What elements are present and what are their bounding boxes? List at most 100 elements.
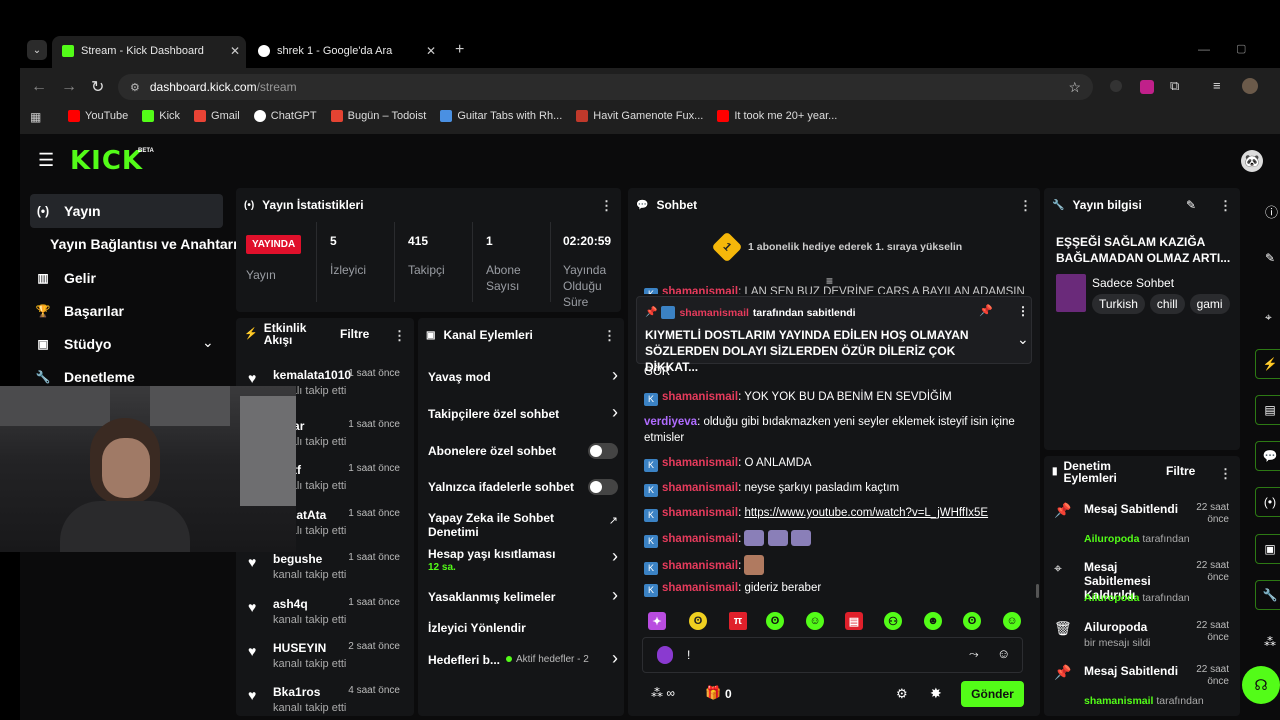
bookmark-chatgpt[interactable]: ChatGPT: [253, 110, 317, 122]
filter-button[interactable]: Filtre: [1166, 464, 1195, 478]
unpin-icon[interactable]: 📌: [979, 304, 993, 317]
site-info-icon[interactable]: ⚙: [130, 81, 140, 94]
chat-username[interactable]: shamanismail: [662, 482, 738, 494]
emote-icon[interactable]: ✦: [648, 612, 666, 630]
action-viewer-redirect[interactable]: İzleyici Yönlendir: [428, 621, 618, 635]
kick-logo[interactable]: KICK: [70, 146, 143, 176]
bookmark-youtube[interactable]: YouTube: [68, 110, 128, 122]
emote-icon[interactable]: ☺: [1003, 612, 1021, 630]
edit-pencil-icon[interactable]: ✎: [1265, 251, 1275, 265]
sub-rank-banner[interactable]: 1 1 abonelik hediye ederek 1. sıraya yük…: [711, 231, 962, 263]
more-options-icon[interactable]: ⋮: [1019, 198, 1032, 214]
emote-icon[interactable]: ʘ: [963, 612, 981, 630]
media-control-icon[interactable]: ≡: [1213, 78, 1221, 93]
tab-kick-dashboard[interactable]: Stream - Kick Dashboard ✕: [62, 40, 240, 62]
translate-icon[interactable]: ⤳: [969, 647, 979, 662]
emote-icon[interactable]: ʘ: [689, 612, 707, 630]
tag-badge[interactable]: gami: [1189, 294, 1230, 314]
mod-action-user[interactable]: shamanismail: [1084, 695, 1153, 707]
extension-icon[interactable]: [1140, 80, 1154, 94]
address-bar[interactable]: ⚙ dashboard.kick.com/stream ☆: [118, 74, 1093, 100]
gift-icon[interactable]: 🎁: [705, 685, 721, 701]
info-icon[interactable]: ⓘ: [1265, 202, 1278, 221]
send-button[interactable]: Gönder: [961, 681, 1024, 707]
rail-wrench-button[interactable]: 🔧: [1255, 580, 1280, 610]
chat-users-icon[interactable]: ⁂ ∞: [651, 686, 675, 700]
filter-button[interactable]: Filtre: [340, 327, 369, 341]
subscribers-only-toggle[interactable]: [588, 443, 618, 459]
emote-icon[interactable]: π: [729, 612, 747, 630]
chat-username[interactable]: shamanismail: [662, 457, 738, 469]
more-options-icon[interactable]: ⋮: [1219, 198, 1232, 214]
support-headset-button[interactable]: ☊: [1242, 666, 1280, 704]
chat-username[interactable]: shamanismail: [662, 560, 738, 572]
event-user[interactable]: HUSEYIN: [273, 641, 326, 655]
chat-username[interactable]: shamanismail: [662, 391, 738, 403]
action-ai-moderation[interactable]: Yapay Zeka ile Sohbet Denetimi ↗: [428, 511, 618, 539]
chevron-down-icon[interactable]: ⌄: [202, 334, 214, 351]
rail-lightning-button[interactable]: ⚡: [1255, 349, 1280, 379]
extension-icon[interactable]: [1110, 80, 1122, 92]
bookmark-video[interactable]: It took me 20+ year...: [717, 110, 837, 122]
edit-pencil-icon[interactable]: ✎: [1186, 198, 1196, 212]
profile-avatar[interactable]: [1242, 78, 1258, 94]
tag-badge[interactable]: chill: [1149, 294, 1185, 314]
rail-document-button[interactable]: ▤: [1255, 395, 1280, 425]
sidebar-item-denetleme[interactable]: 🔧 Denetleme: [36, 369, 135, 385]
category-name[interactable]: Sadece Sohbet: [1092, 276, 1174, 290]
action-slow-mode[interactable]: Yavaş mod ›: [428, 366, 618, 384]
pinned-message[interactable]: 📌 shamanismail tarafından sabitlendi 📌 ⋮…: [636, 296, 1032, 374]
action-banned-words[interactable]: Yasaklanmış kelimeler ›: [428, 586, 618, 604]
minimize-window-icon[interactable]: —: [1198, 42, 1210, 56]
emote-icon[interactable]: ☺: [806, 612, 824, 630]
sidebar-item-yayin[interactable]: (•) Yayın: [36, 203, 101, 219]
tag-badge[interactable]: Turkish: [1092, 294, 1145, 314]
chat-username[interactable]: verdiyeva: [644, 416, 697, 428]
maximize-window-icon[interactable]: ▢: [1236, 42, 1246, 55]
emotes-only-toggle[interactable]: [588, 479, 618, 495]
mod-action-title[interactable]: Ailuropoda: [1084, 620, 1179, 634]
sidebar-item-studyo[interactable]: ▣ Stüdyo: [36, 336, 111, 352]
close-tab-icon[interactable]: ✕: [426, 44, 436, 58]
emoji-picker-icon[interactable]: ☺: [997, 646, 1010, 661]
chat-username[interactable]: shamanismail: [662, 582, 738, 594]
emote-icon[interactable]: ▤: [845, 612, 863, 630]
apps-grid-icon[interactable]: ▦: [30, 110, 41, 124]
user-avatar[interactable]: 🐼: [1241, 150, 1263, 172]
mod-action-user[interactable]: Ailuropoda: [1084, 592, 1139, 604]
event-user[interactable]: kemalata1010: [273, 368, 351, 382]
bookmark-havit[interactable]: Havit Gamenote Fux...: [576, 110, 703, 122]
event-user[interactable]: begushe: [273, 552, 322, 566]
extensions-puzzle-icon[interactable]: ⧉: [1170, 78, 1179, 94]
chat-emotes-icon[interactable]: ✸: [930, 685, 942, 702]
chat-settings-icon[interactable]: ⚙: [896, 686, 908, 702]
rail-broadcast-button[interactable]: (•): [1255, 487, 1280, 517]
microphone-icon[interactable]: [657, 646, 673, 664]
bookmark-kick[interactable]: Kick: [142, 110, 180, 122]
chat-scrollbar[interactable]: [1036, 584, 1039, 598]
category-thumbnail[interactable]: [1056, 274, 1086, 312]
bookmark-guitar-tabs[interactable]: Guitar Tabs with Rh...: [440, 110, 562, 122]
close-tab-icon[interactable]: ✕: [230, 44, 240, 58]
rail-chat-button[interactable]: 💬: [1255, 441, 1280, 471]
emote-icon[interactable]: ʘ: [766, 612, 784, 630]
more-options-icon[interactable]: ⋮: [393, 328, 406, 344]
chat-username[interactable]: shamanismail: [662, 507, 738, 519]
new-tab-button[interactable]: +: [455, 41, 464, 59]
bookmark-gmail[interactable]: Gmail: [194, 110, 240, 122]
bookmark-star-icon[interactable]: ☆: [1068, 79, 1081, 96]
expand-chevron-icon[interactable]: ⌄: [1017, 331, 1029, 348]
reload-button[interactable]: ↻: [91, 77, 104, 97]
action-goals[interactable]: Hedefleri b... Aktif hedefler - 2 ›: [428, 649, 618, 667]
back-button[interactable]: ←: [31, 78, 47, 96]
chat-link[interactable]: https://www.youtube.com/watch?v=L_jWHffI…: [744, 507, 988, 519]
more-options-icon[interactable]: ⋮: [600, 198, 613, 214]
emote-icon[interactable]: ⚇: [884, 612, 902, 630]
tab-search-button[interactable]: ⌄: [27, 40, 47, 60]
target-icon[interactable]: ⌖: [1265, 310, 1272, 325]
pinned-user[interactable]: shamanismail: [679, 307, 748, 319]
forward-button[interactable]: →: [61, 78, 77, 96]
rail-users-icon[interactable]: ⁂: [1264, 635, 1276, 649]
mod-action-user[interactable]: Ailuropoda: [1084, 533, 1139, 545]
action-followers-only[interactable]: Takipçilere özel sohbet ›: [428, 403, 618, 421]
